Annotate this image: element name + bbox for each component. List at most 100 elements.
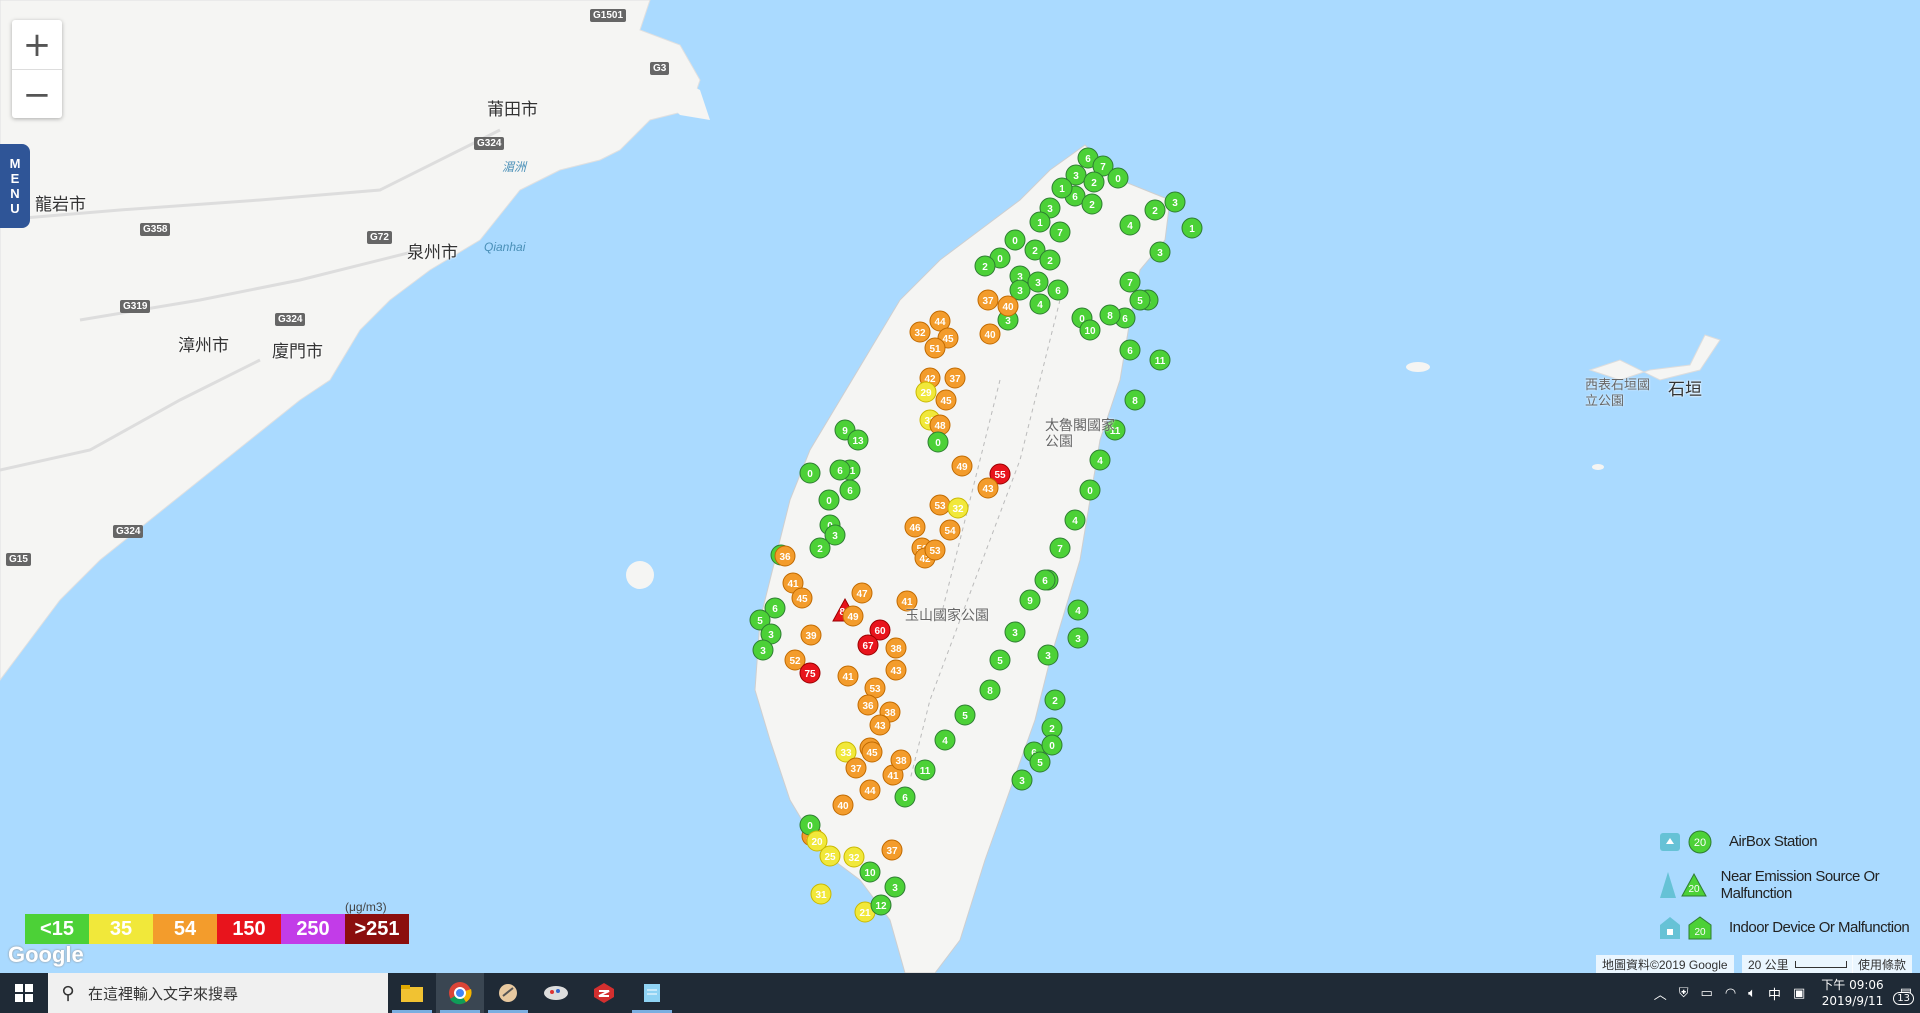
pm-marker[interactable]: 0 (1004, 229, 1026, 251)
pm-marker[interactable]: 46 (904, 516, 926, 538)
app-icon[interactable] (484, 973, 532, 1013)
pm-marker[interactable]: 32 (843, 846, 865, 868)
pm-marker[interactable]: 43 (885, 659, 907, 681)
pm-marker[interactable]: 3 (1149, 241, 1171, 263)
pm-marker[interactable]: 36 (857, 694, 879, 716)
menu-tab[interactable]: M E N U (0, 144, 30, 228)
pm-marker[interactable]: 75 (799, 662, 821, 684)
pm-marker[interactable]: 40 (997, 295, 1019, 317)
pm-marker[interactable]: 49 (951, 455, 973, 477)
pm-marker[interactable]: 4 (1119, 214, 1141, 236)
pm-marker[interactable]: 1 (1029, 211, 1051, 233)
pm-marker[interactable]: 40 (832, 794, 854, 816)
pm-marker[interactable]: 6 (894, 786, 916, 808)
zoom-out-button[interactable]: − (12, 70, 62, 119)
pm-marker[interactable]: 4 (1089, 449, 1111, 471)
sketchup-icon[interactable] (580, 973, 628, 1013)
pm-marker[interactable]: 0 (799, 462, 821, 484)
pm-marker[interactable]: 4 (1067, 599, 1089, 621)
pm-marker[interactable]: 41 (837, 665, 859, 687)
pm-marker[interactable]: 45 (935, 389, 957, 411)
pm-marker[interactable]: 0 (1041, 734, 1063, 756)
pm-marker[interactable]: 67 (857, 634, 879, 656)
pm-marker[interactable]: 8 (1124, 389, 1146, 411)
app-icon[interactable] (532, 973, 580, 1013)
pm-marker[interactable]: 2 (1039, 249, 1061, 271)
pm-marker[interactable]: 53 (924, 539, 946, 561)
pm-marker[interactable]: 45 (861, 741, 883, 763)
pm-marker[interactable]: 3 (1164, 191, 1186, 213)
file-explorer-icon[interactable] (388, 973, 436, 1013)
pm-marker[interactable]: 11 (1149, 349, 1171, 371)
pm-marker[interactable]: 25 (819, 845, 841, 867)
keyboard-icon[interactable]: ▣ (1793, 986, 1805, 1001)
pm-marker[interactable]: 47 (851, 582, 873, 604)
terms-link[interactable]: 使用條款 (1852, 955, 1913, 973)
pm-marker[interactable]: 1 (1051, 177, 1073, 199)
pm-marker[interactable]: 3 (1067, 627, 1089, 649)
notepad-icon[interactable] (628, 973, 676, 1013)
pm-marker[interactable]: 49 (842, 605, 864, 627)
pm-marker[interactable]: 0 (927, 431, 949, 453)
pm-marker[interactable]: 3 (1027, 271, 1049, 293)
pm-marker[interactable]: 0 (1079, 479, 1101, 501)
pm-marker[interactable]: 37 (944, 367, 966, 389)
pm-marker[interactable]: 38 (890, 749, 912, 771)
pm-marker[interactable]: 32 (909, 321, 931, 343)
pm-marker[interactable]: 2 (809, 537, 831, 559)
pm-marker[interactable]: 3 (1004, 621, 1026, 643)
pm-marker[interactable]: 2 (1044, 689, 1066, 711)
pm-marker[interactable]: 3 (1011, 769, 1033, 791)
pm-marker[interactable]: 29 (915, 381, 937, 403)
pm-marker[interactable]: 13 (847, 429, 869, 451)
volume-icon[interactable]: 🔈︎ (1748, 986, 1756, 1001)
zoom-in-button[interactable]: + (12, 20, 62, 70)
pm-marker[interactable]: 2 (1144, 199, 1166, 221)
pm-marker[interactable]: 2 (1083, 171, 1105, 193)
pm-marker[interactable]: 4 (1029, 293, 1051, 315)
pm-marker[interactable]: 11 (914, 759, 936, 781)
pm-marker[interactable]: 2 (974, 255, 996, 277)
pm-marker[interactable]: 4 (1064, 509, 1086, 531)
pm-marker[interactable]: 51 (924, 337, 946, 359)
pm-marker[interactable]: 4 (934, 729, 956, 751)
pm-marker[interactable]: 44 (859, 779, 881, 801)
pm-marker[interactable]: 37 (845, 757, 867, 779)
clock[interactable]: 下午 09:06 2019/9/11 (1821, 977, 1883, 1009)
ime-indicator[interactable]: 中 (1768, 984, 1781, 1003)
pm-marker[interactable]: 2 (1081, 193, 1103, 215)
pm-marker[interactable]: 54 (939, 519, 961, 541)
pm-marker[interactable]: 53 (929, 494, 951, 516)
pm-marker[interactable]: 9 (1019, 589, 1041, 611)
pm-marker[interactable]: 6 (829, 459, 851, 481)
chrome-icon[interactable] (436, 973, 484, 1013)
pm-marker[interactable]: 31 (810, 883, 832, 905)
pm-marker[interactable]: 7 (1049, 221, 1071, 243)
pm-marker[interactable]: 3 (884, 876, 906, 898)
pm-marker[interactable]: 39 (800, 624, 822, 646)
pm-marker[interactable]: 8 (1099, 304, 1121, 326)
pm-marker[interactable]: 6 (1047, 279, 1069, 301)
pm-marker[interactable]: 6 (839, 479, 861, 501)
pm-marker[interactable]: 7 (1049, 537, 1071, 559)
pm-marker[interactable]: 10 (1079, 319, 1101, 341)
pm-marker[interactable]: 36 (774, 545, 796, 567)
pm-marker[interactable]: 5 (1029, 751, 1051, 773)
battery-icon[interactable]: ▭ (1701, 986, 1713, 1001)
pm-marker[interactable]: 43 (869, 714, 891, 736)
pm-marker[interactable]: 5 (989, 649, 1011, 671)
pm-marker[interactable]: 43 (977, 477, 999, 499)
pm-marker[interactable]: 3 (1037, 644, 1059, 666)
pm-marker[interactable]: 45 (791, 587, 813, 609)
pm-marker[interactable]: 10 (859, 861, 881, 883)
pm-marker[interactable]: 0 (1107, 167, 1129, 189)
pm-marker[interactable]: 1 (1181, 217, 1203, 239)
start-button[interactable] (0, 973, 48, 1013)
chevron-up-icon[interactable]: ︿ (1654, 984, 1667, 1003)
pm-marker[interactable]: 38 (885, 637, 907, 659)
map-canvas[interactable]: 6732062131022302742313736064338510611811… (0, 0, 1920, 973)
pm-marker[interactable]: 32 (947, 497, 969, 519)
pm-marker[interactable]: 37 (881, 839, 903, 861)
pm-marker[interactable]: 6 (1119, 339, 1141, 361)
notification-center-icon[interactable]: ▤13 (1893, 986, 1914, 1005)
